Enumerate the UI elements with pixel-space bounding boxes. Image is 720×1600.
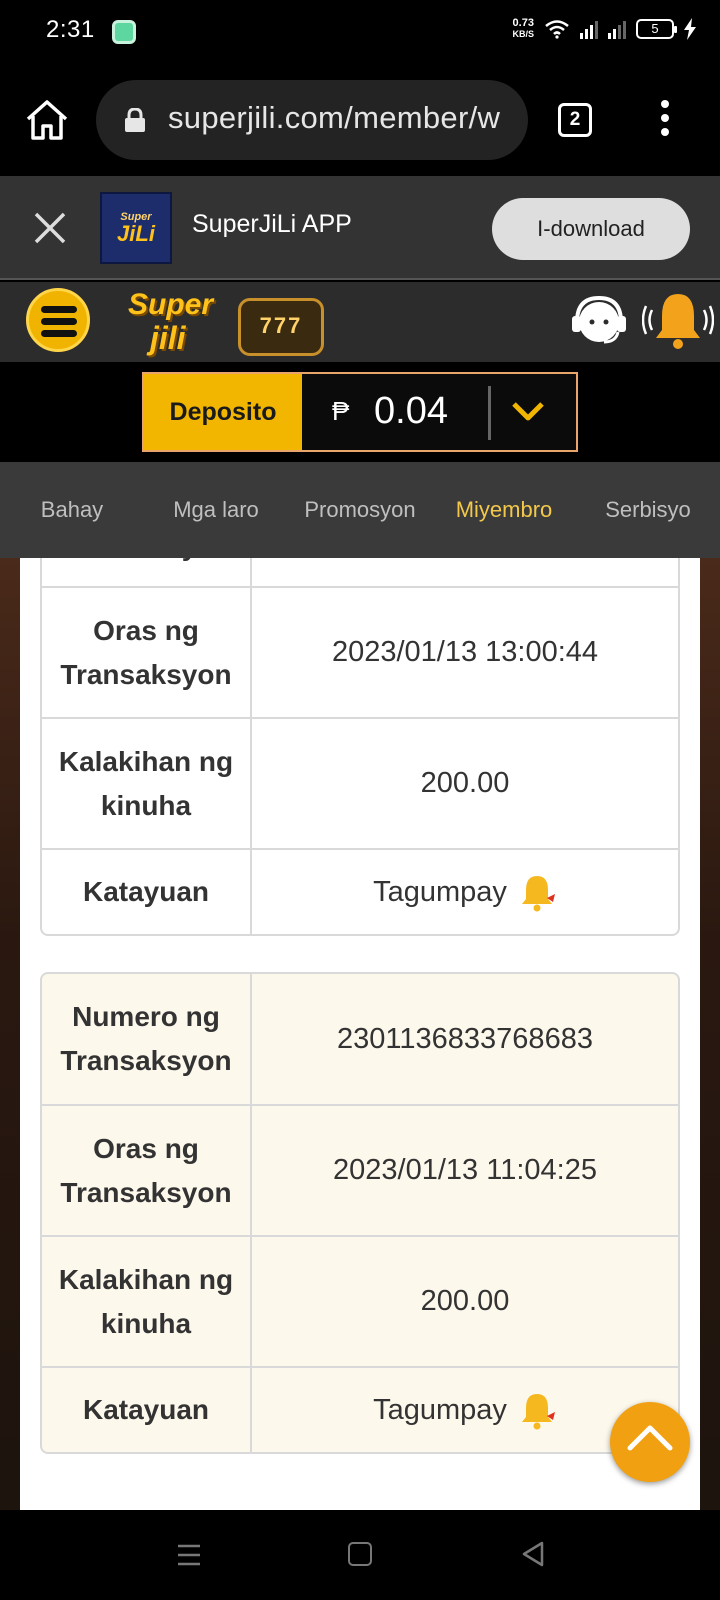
nav-item-mga-laro[interactable]: Mga laro <box>144 462 288 558</box>
status-time: 2:31 <box>46 16 95 43</box>
nav-item-miyembro[interactable]: Miyembro <box>432 462 576 558</box>
logo-text-super: Super <box>128 288 214 321</box>
network-speed: 0.73 KB/S <box>512 18 534 40</box>
table-row: Katayuan Tagumpay <box>42 1366 678 1452</box>
home-nav-icon[interactable] <box>348 1542 372 1566</box>
back-icon[interactable] <box>520 1540 546 1568</box>
status-label: Katayuan <box>42 850 252 934</box>
lock-icon <box>125 108 145 132</box>
logo-text-jili: jili <box>150 320 186 356</box>
status-text: Tagumpay <box>373 875 507 908</box>
transaction-number-label: Transaksyon <box>42 558 252 586</box>
recents-icon[interactable] <box>176 1542 202 1568</box>
customer-support-icon[interactable] <box>568 292 630 348</box>
main-nav: Bahay Mga laro Promosyon Miyembro Serbis… <box>0 462 720 558</box>
status-value: Tagumpay <box>252 850 678 934</box>
currency-sign: ₱ <box>332 396 350 426</box>
transaction-list: Transaksyon Oras ng Transaksyon 2023/01/… <box>20 558 700 1510</box>
site-header: Super jili 777 <box>0 282 720 362</box>
table-row: Oras ng Transaksyon 2023/01/13 13:00:44 <box>42 586 678 717</box>
app-install-banner: Super JiLi SuperJiLi APP I-download <box>0 176 720 280</box>
transaction-card: Transaksyon Oras ng Transaksyon 2023/01/… <box>40 558 680 936</box>
app-notification-icon <box>112 20 136 44</box>
deposit-button[interactable]: Deposito <box>144 374 302 450</box>
transaction-time-label: Oras ng Transaksyon <box>42 1106 252 1235</box>
nav-item-promosyon[interactable]: Promosyon <box>288 462 432 558</box>
balance-divider <box>488 386 491 440</box>
transaction-number-label: Numero ng Transaksyon <box>42 974 252 1104</box>
status-bar: 2:31 0.73 KB/S 5 <box>0 0 720 64</box>
signal-icon-2 <box>608 19 626 39</box>
battery-icon: 5 <box>636 19 677 39</box>
close-icon[interactable] <box>32 210 68 246</box>
amount-value: 200.00 <box>420 1285 510 1317</box>
transaction-time-value: 2023/01/13 11:04:25 <box>333 1154 597 1186</box>
table-row: Katayuan Tagumpay <box>42 848 678 934</box>
browser-menu-button[interactable] <box>658 100 672 140</box>
bell-icon <box>521 1394 555 1430</box>
network-speed-unit: KB/S <box>512 29 534 39</box>
app-logo-bottom-text: JiLi <box>117 221 155 246</box>
transaction-number-value: 2301136833768683 <box>337 1022 593 1055</box>
app-logo: Super JiLi <box>100 192 172 264</box>
nav-item-serbisyo[interactable]: Serbisyo <box>576 462 720 558</box>
tab-switcher-button[interactable]: 2 <box>558 103 592 137</box>
table-row: Kalakihan ng kinuha 200.00 <box>42 717 678 848</box>
transaction-time-label: Oras ng Transaksyon <box>42 588 252 717</box>
transaction-time-value: 2023/01/13 13:00:44 <box>331 636 599 668</box>
table-row: Oras ng Transaksyon 2023/01/13 11:04:25 <box>42 1104 678 1235</box>
download-button[interactable]: I-download <box>492 198 690 260</box>
deposit-bar: Deposito ₱ 0.04 <box>0 362 720 462</box>
status-text: Tagumpay <box>373 1393 507 1426</box>
bell-icon <box>521 876 555 912</box>
chevron-down-icon[interactable] <box>510 396 546 426</box>
transaction-card: Numero ng Transaksyon 2301136833768683 O… <box>40 972 680 1454</box>
signal-icon <box>580 19 598 39</box>
amount-value: 200.00 <box>420 767 510 799</box>
browser-toolbar: superjili.com/member/w 2 <box>0 64 720 176</box>
deposit-box: Deposito ₱ 0.04 <box>142 372 578 452</box>
partial-label: Transaksyon <box>60 558 231 568</box>
site-logo[interactable]: Super jili 777 <box>128 288 328 360</box>
app-banner-title: SuperJiLi APP <box>192 210 352 238</box>
nav-item-bahay[interactable]: Bahay <box>0 462 144 558</box>
amount-label: Kalakihan ng kinuha <box>42 719 252 848</box>
address-bar[interactable]: superjili.com/member/w <box>96 80 528 160</box>
charging-icon <box>684 18 696 40</box>
wifi-icon <box>545 20 569 39</box>
transaction-number-value <box>252 558 678 586</box>
notification-bell-icon[interactable] <box>642 290 714 350</box>
scroll-to-top-button[interactable] <box>610 1402 690 1482</box>
amount-label: Kalakihan ng kinuha <box>42 1237 252 1366</box>
balance-display[interactable]: ₱ 0.04 <box>302 374 576 450</box>
slot-machine-icon: 777 <box>238 298 324 356</box>
table-row: Transaksyon <box>42 558 678 586</box>
network-speed-value: 0.73 <box>512 17 534 29</box>
system-navigation-bar <box>0 1510 720 1600</box>
chevron-up-icon <box>627 1425 673 1451</box>
home-icon[interactable] <box>24 98 70 142</box>
status-label: Katayuan <box>42 1368 252 1452</box>
table-row: Numero ng Transaksyon 2301136833768683 <box>42 974 678 1104</box>
url-text: superjili.com/member/w <box>168 100 501 135</box>
balance-value: 0.04 <box>374 390 448 432</box>
menu-button[interactable] <box>26 288 90 352</box>
status-icons: 0.73 KB/S 5 <box>512 18 696 40</box>
table-row: Kalakihan ng kinuha 200.00 <box>42 1235 678 1366</box>
